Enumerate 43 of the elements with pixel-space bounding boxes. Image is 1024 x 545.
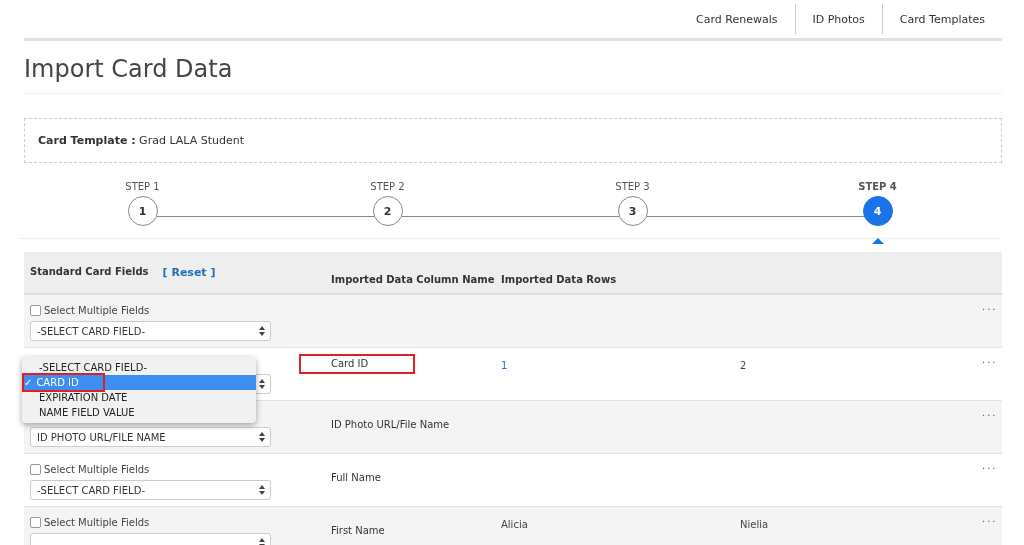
data-value: Nielia xyxy=(740,519,769,530)
option-label: EXPIRATION DATE xyxy=(39,391,128,405)
column-header: Imported Data Rows xyxy=(501,274,617,285)
dropdown-option[interactable]: EXPIRATION DATE xyxy=(22,390,256,405)
nav-link[interactable]: ID Photos xyxy=(794,4,882,34)
column-name: Full Name xyxy=(331,472,381,483)
option-label: ✓ CARD ID xyxy=(24,375,103,390)
step-circle[interactable]: 2 xyxy=(372,196,403,226)
column-name: Card ID xyxy=(299,354,415,374)
page-title: Import Card Data xyxy=(24,41,1002,94)
data-value: 2 xyxy=(740,360,747,371)
card-field-select[interactable]: -SELECT CARD FIELD- xyxy=(30,480,271,500)
step-label: STEP 1 xyxy=(125,181,160,192)
card-field-select[interactable]: ID PHOTO URL/FILE NAME xyxy=(30,427,271,447)
step-circle[interactable]: 1 xyxy=(127,196,158,226)
template-info: Card Template : Grad LALA Student xyxy=(38,134,244,147)
more-options[interactable]: ... xyxy=(982,450,998,471)
select-multiple-checkbox[interactable]: Select Multiple Fields xyxy=(30,304,331,317)
column-header: Standard Card Fields xyxy=(30,266,149,277)
select-multiple-checkbox[interactable]: Select Multiple Fields xyxy=(30,463,331,476)
step-label: STEP 2 xyxy=(370,181,405,192)
nav-link[interactable]: Card Renewals xyxy=(679,4,795,34)
more-options[interactable]: ... xyxy=(982,344,998,365)
select-multiple-checkbox[interactable]: Select Multiple Fields xyxy=(30,516,331,529)
option-label: NAME FIELD VALUE xyxy=(39,406,135,420)
option-label: -SELECT CARD FIELD- xyxy=(39,361,147,375)
dropdown-option[interactable]: NAME FIELD VALUE xyxy=(22,405,256,420)
more-options[interactable]: ... xyxy=(982,397,998,418)
more-options[interactable]: ... xyxy=(982,291,998,312)
column-name: ID Photo URL/File Name xyxy=(331,419,450,430)
data-value: 1 xyxy=(501,360,508,371)
dropdown-option[interactable]: -SELECT CARD FIELD- xyxy=(22,360,256,375)
column-header: Imported Data Column Name xyxy=(331,274,495,285)
card-field-select[interactable]: -SELECT CARD FIELD- xyxy=(30,321,271,341)
data-value: Alicia xyxy=(501,519,528,530)
step-label: STEP 3 xyxy=(615,181,650,192)
column-name: First Name xyxy=(331,525,385,536)
nav-link[interactable]: Card Templates xyxy=(881,4,1002,34)
step-circle[interactable]: 3 xyxy=(617,196,648,226)
reset-link[interactable]: [ Reset ] xyxy=(162,266,216,279)
step-circle[interactable]: 4 xyxy=(862,196,893,226)
step-label: STEP 4 xyxy=(858,181,897,192)
more-options[interactable]: ... xyxy=(982,503,998,524)
